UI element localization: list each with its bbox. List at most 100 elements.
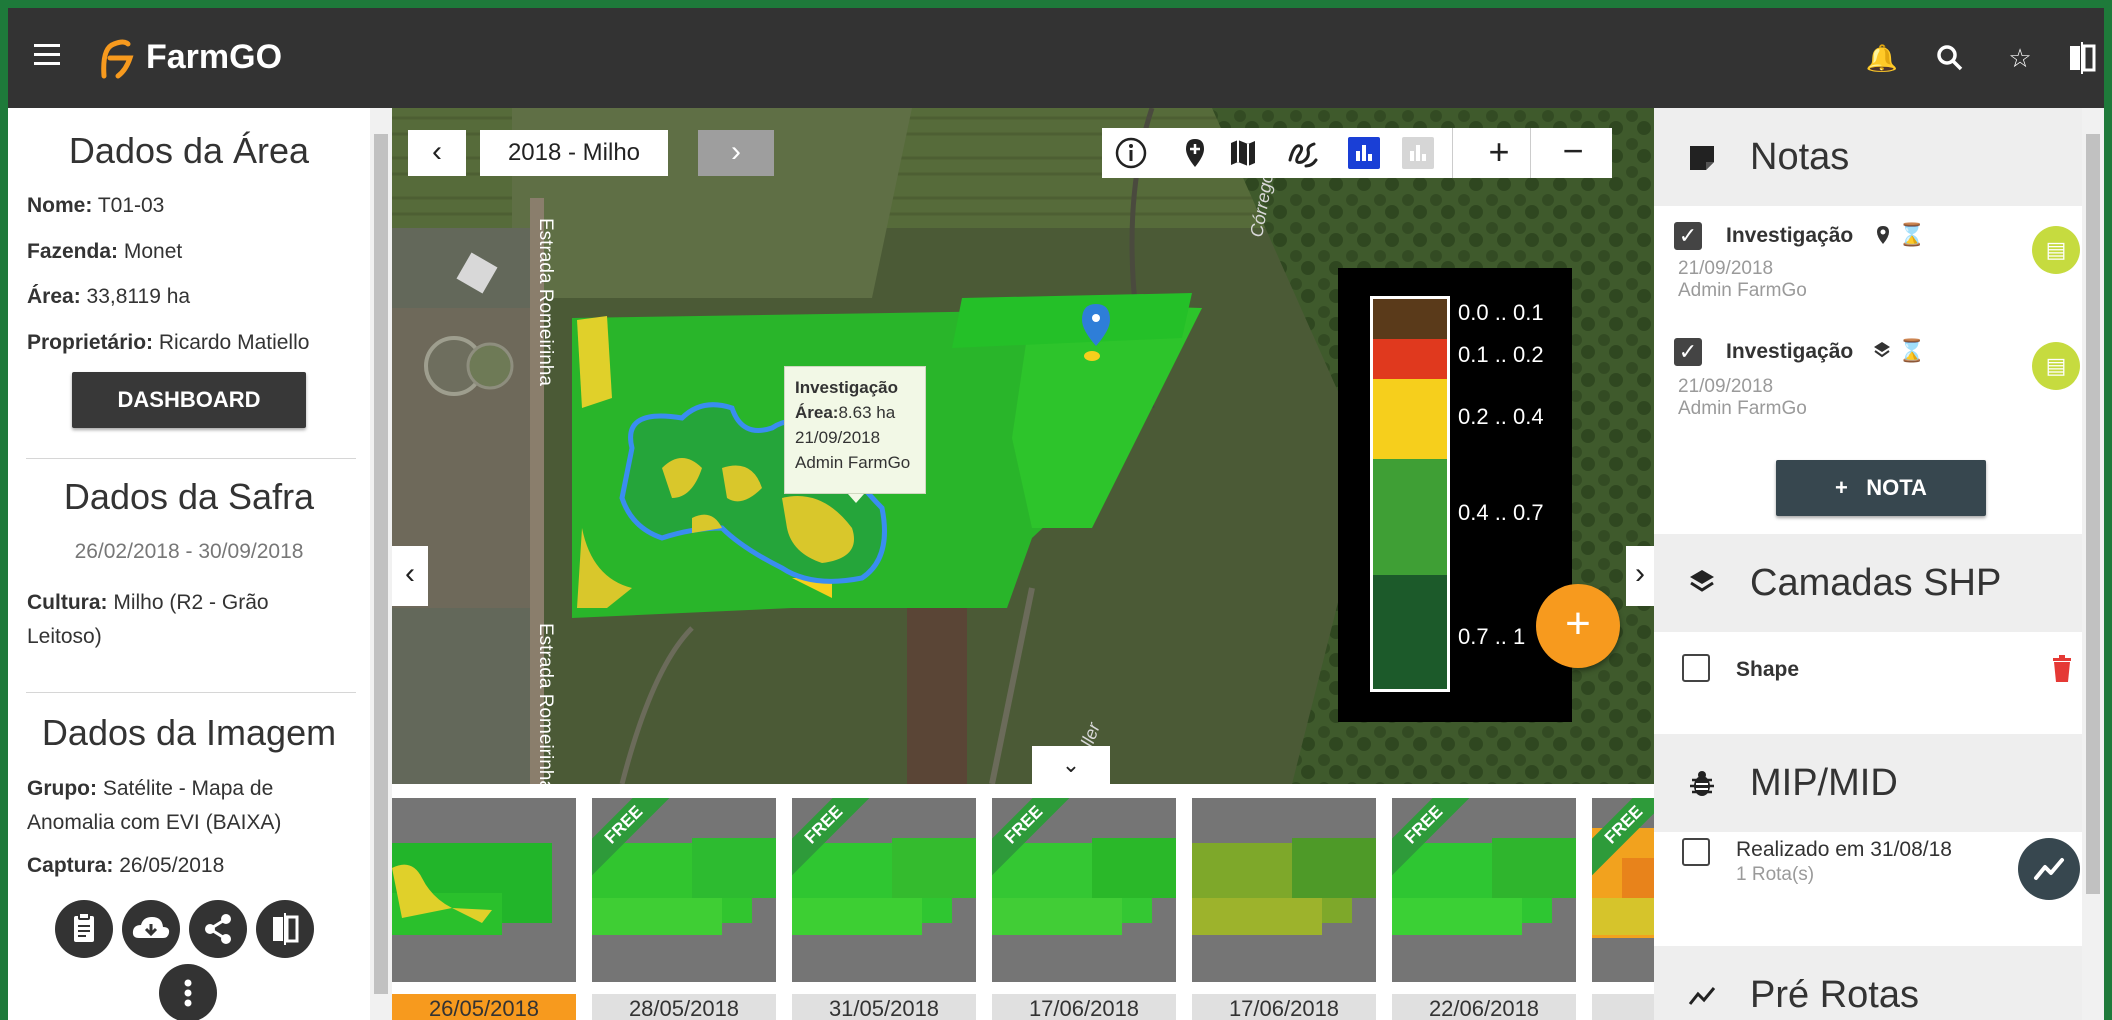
field-area: Área: 33,8119 ha — [27, 285, 191, 308]
compare-button[interactable] — [256, 900, 314, 958]
timeline-thumbnail[interactable]: FREE 22/06/2018 — [1392, 798, 1576, 1020]
clipboard-icon — [74, 912, 94, 942]
right-scrollbar[interactable] — [2082, 108, 2104, 1020]
app-window: FarmGO 🔔 ☆ Dados da Área Nome: T01-03 Fa… — [8, 8, 2104, 1020]
more-options-button[interactable] — [159, 964, 217, 1020]
hourglass-icon: ⌛ — [1898, 338, 1926, 363]
left-scrollbar[interactable] — [370, 108, 392, 1020]
legend-swatch-4 — [1373, 575, 1447, 689]
thumbnail-image[interactable]: FREE — [1392, 798, 1576, 982]
area-section-title: Dados da Área — [68, 130, 310, 171]
report-button[interactable] — [55, 900, 113, 958]
share-icon — [205, 914, 231, 944]
draw-icon[interactable] — [1286, 136, 1320, 170]
layers-icon — [1874, 342, 1890, 358]
shape-checkbox[interactable] — [1682, 654, 1710, 682]
left-info-panel: Dados da Área Nome: T01-03 Fazenda: Mone… — [8, 108, 370, 1020]
farmgo-logo-icon — [101, 39, 134, 79]
thumbnail-image[interactable] — [392, 798, 576, 982]
add-note-button[interactable]: + NOTA — [1776, 460, 1986, 516]
info-icon[interactable] — [1114, 136, 1148, 170]
note-open-button-1[interactable]: ▤ — [2032, 226, 2080, 274]
thumbnail-image[interactable]: FREE — [592, 798, 776, 982]
timeline-thumbnail[interactable]: FREE 27/0 — [1592, 798, 1654, 1020]
shape-label: Shape — [1736, 658, 1800, 681]
zoom-out-button[interactable]: − — [1548, 128, 1598, 178]
search-icon[interactable] — [1932, 40, 1968, 76]
mip-checkbox[interactable] — [1682, 838, 1710, 866]
note-date-1: 21/09/2018 — [1678, 258, 1774, 279]
map-toolbar: + − — [1102, 128, 1612, 178]
popup-title: Investigação — [795, 378, 898, 397]
layers-icon — [1690, 570, 1714, 592]
next-season-button[interactable]: › — [698, 130, 774, 176]
thumbnail-image[interactable] — [1192, 798, 1376, 982]
map-popup: Investigação Área:8.63 ha 21/09/2018 Adm… — [784, 366, 926, 494]
thumbnail-date: 27/0 — [1592, 994, 1654, 1020]
map-icon[interactable] — [1226, 136, 1260, 170]
thumbnail-date: 22/06/2018 — [1392, 994, 1576, 1020]
hourglass-icon: ⌛ — [1898, 222, 1926, 247]
thumbnail-date: 17/06/2018 — [1192, 994, 1376, 1020]
collapse-thumbs-button[interactable]: ⌄ — [1032, 746, 1110, 784]
legend-swatch-2 — [1373, 379, 1447, 459]
thumbnail-date: 17/06/2018 — [992, 994, 1176, 1020]
note-user-1: Admin FarmGo — [1678, 280, 1807, 301]
prerotas-header[interactable]: Pré Rotas — [1654, 946, 2082, 1020]
legend-label-0: 0.0 .. 0.1 — [1458, 300, 1544, 325]
thumbnail-image[interactable]: FREE — [1592, 798, 1654, 982]
top-bar: FarmGO 🔔 ☆ — [8, 8, 2104, 108]
note-checkbox-1[interactable]: ✓ — [1674, 222, 1702, 250]
collapse-left-button[interactable]: ‹ — [392, 546, 428, 606]
trash-icon[interactable] — [2050, 654, 2074, 684]
thumbnail-image[interactable]: FREE — [792, 798, 976, 982]
hamburger-menu-icon[interactable] — [34, 44, 60, 72]
map-view[interactable]: Estrada Romeirinha Estrada Romeirinha Có… — [392, 108, 1654, 784]
share-button[interactable] — [189, 900, 247, 958]
collapse-right-button[interactable]: › — [1626, 546, 1654, 606]
legend-swatch-3 — [1373, 459, 1447, 575]
safra-section-title: Dados da Safra — [63, 476, 315, 517]
note-title-1: Investigação — [1726, 224, 1854, 247]
bell-icon[interactable]: 🔔 — [1864, 40, 1900, 76]
legend-label-3: 0.4 .. 0.7 — [1458, 500, 1544, 525]
chart-on-icon[interactable] — [1348, 137, 1380, 169]
bug-icon — [1690, 771, 1714, 796]
legend-label-1: 0.1 .. 0.2 — [1458, 342, 1544, 367]
add-pin-icon[interactable] — [1178, 136, 1212, 170]
popup-date: 21/09/2018 — [795, 428, 881, 447]
dashboard-button[interactable]: DASHBOARD — [72, 372, 306, 428]
note-open-button-2[interactable]: ▤ — [2032, 342, 2080, 390]
star-icon[interactable]: ☆ — [2002, 40, 2038, 76]
add-fab-button[interactable]: + — [1536, 584, 1620, 668]
timeline-thumbnail[interactable]: FREE 31/05/2018 — [792, 798, 976, 1020]
field-captura: Captura: 26/05/2018 — [27, 854, 225, 877]
road-label-bottom: Estrada Romeirinha — [535, 623, 556, 784]
divider — [26, 458, 356, 459]
thumbnail-image[interactable]: FREE — [992, 798, 1176, 982]
compare-icon — [273, 913, 299, 945]
cloud-download-icon — [132, 917, 170, 938]
season-selector[interactable]: 2018 - Milho — [480, 130, 668, 176]
camadas-header[interactable]: Camadas SHP — [1654, 534, 2082, 632]
more-vert-icon — [184, 979, 192, 1007]
notas-title: Notas — [1750, 136, 1850, 178]
prev-season-button[interactable]: ‹ — [408, 130, 466, 176]
mip-header[interactable]: MIP/MID — [1654, 734, 2082, 832]
download-button[interactable] — [122, 900, 180, 958]
note-checkbox-2[interactable]: ✓ — [1674, 338, 1702, 366]
field-nome: Nome: T01-03 — [27, 194, 165, 217]
timeline-thumbnail[interactable]: FREE 28/05/2018 — [592, 798, 776, 1020]
ndvi-legend: 0.0 .. 0.1 0.1 .. 0.2 0.2 .. 0.4 0.4 .. … — [1338, 268, 1572, 722]
thumbnail-date: 26/05/2018 — [392, 994, 576, 1020]
mip-route-button[interactable] — [2018, 838, 2080, 900]
notas-header[interactable]: Notas — [1654, 108, 2082, 206]
chart-off-icon[interactable] — [1402, 137, 1434, 169]
compare-icon[interactable] — [2064, 40, 2100, 76]
timeline-thumbnail[interactable]: 26/05/2018 — [392, 798, 576, 1020]
timeline-thumbnail[interactable]: FREE 17/06/2018 — [992, 798, 1176, 1020]
legend-label-4: 0.7 .. 1 — [1458, 624, 1526, 649]
zoom-in-button[interactable]: + — [1474, 128, 1524, 178]
brand-name: FarmGO — [146, 38, 283, 76]
timeline-thumbnail[interactable]: 17/06/2018 — [1192, 798, 1376, 1020]
